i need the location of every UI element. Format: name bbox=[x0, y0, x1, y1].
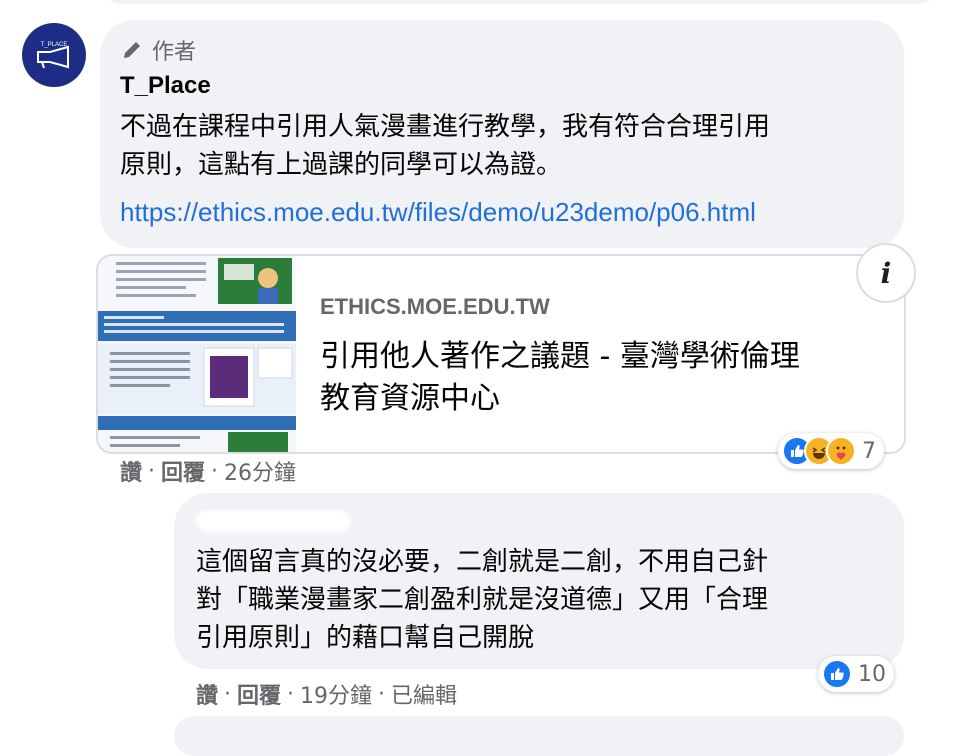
separator-dot: · bbox=[287, 681, 295, 707]
reply-action[interactable]: 回覆 bbox=[237, 678, 281, 710]
separator-dot: · bbox=[224, 681, 232, 707]
link-preview-domain: ETHICS.MOE.EDU.TW bbox=[320, 294, 550, 319]
info-button[interactable]: i bbox=[856, 243, 916, 303]
link-preview-title[interactable]: 引用他人著作之議題 - 臺灣學術倫理 教育資源中心 bbox=[320, 336, 880, 420]
comment-timestamp[interactable]: 26分鐘 bbox=[224, 455, 296, 487]
like-action[interactable]: 讚 bbox=[120, 455, 142, 487]
author-badge-label: 作者 bbox=[152, 40, 197, 65]
info-icon: i bbox=[880, 256, 892, 290]
care-icon bbox=[826, 436, 856, 466]
reply-actions: 讚 · 回覆 · 19分鐘 · 已編輯 bbox=[196, 678, 457, 710]
next-comment-bubble bbox=[174, 716, 904, 756]
megaphone-logo-icon: T_PLACE bbox=[37, 42, 69, 69]
comment-text: 不過在課程中引用人氣漫畫進行教學，我有符合合理引用 原則，這點有上過課的同學可以… bbox=[120, 112, 771, 180]
comment-author-name[interactable]: T_Place bbox=[120, 72, 211, 100]
reaction-count: 7 bbox=[862, 438, 876, 464]
separator-dot: · bbox=[148, 458, 156, 484]
svg-text:T_PLACE: T_PLACE bbox=[41, 42, 68, 48]
redacted-author-name bbox=[196, 510, 351, 532]
link-preview-thumbnail bbox=[98, 256, 296, 452]
like-action[interactable]: 讚 bbox=[196, 678, 218, 710]
author-badge: 作者 bbox=[120, 34, 196, 66]
reply-action[interactable]: 回覆 bbox=[161, 455, 205, 487]
reaction-summary[interactable]: 10 bbox=[818, 656, 894, 692]
comment-timestamp[interactable]: 19分鐘 bbox=[300, 678, 372, 710]
comment-link[interactable]: https://ethics.moe.edu.tw/files/demo/u23… bbox=[120, 197, 756, 228]
separator-dot: · bbox=[211, 458, 219, 484]
link-preview-card[interactable]: ETHICS.MOE.EDU.TW 引用他人著作之議題 - 臺灣學術倫理 教育資… bbox=[96, 254, 906, 454]
reaction-summary[interactable]: 7 bbox=[778, 433, 884, 469]
like-icon bbox=[822, 659, 852, 689]
pencil-icon bbox=[124, 42, 140, 58]
previous-comment-bubble bbox=[100, 0, 940, 4]
reaction-count: 10 bbox=[858, 661, 886, 687]
edited-label[interactable]: 已編輯 bbox=[391, 678, 457, 710]
separator-dot: · bbox=[378, 681, 386, 707]
reply-text: 這個留言真的沒必要，二創就是二創，不用自己針 對「職業漫畫家二創盈利就是沒道德」… bbox=[196, 547, 769, 653]
comment-actions: 讚 · 回覆 · 26分鐘 bbox=[120, 455, 296, 487]
author-avatar[interactable]: T_PLACE bbox=[22, 23, 86, 87]
